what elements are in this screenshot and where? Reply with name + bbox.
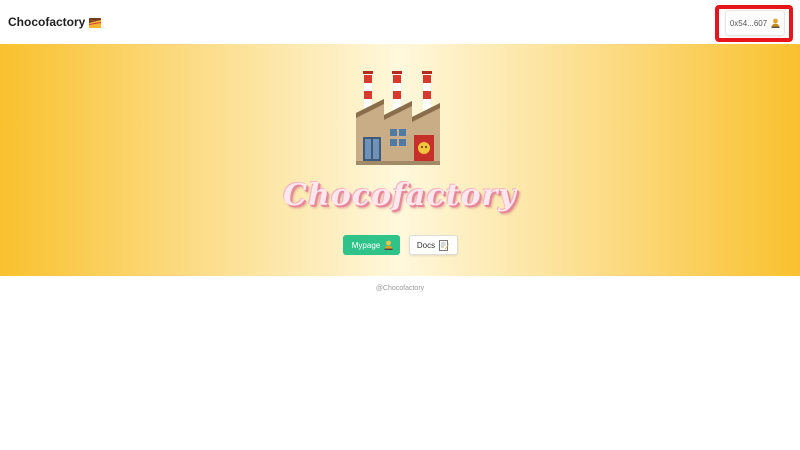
brand-label: Chocofactory [8,15,86,29]
hero-title: Chocofactory [283,178,517,213]
hero-button-row: Mypage Docs [0,235,800,255]
docs-button-label: Docs [416,240,436,250]
mypage-button-label: Mypage [351,240,381,250]
person-icon [384,240,393,250]
memo-icon [439,239,450,251]
mypage-button[interactable]: Mypage [342,235,400,255]
hero-banner: Chocofactory Mypage Docs [0,44,800,276]
person-icon [771,18,780,28]
top-nav-bar: Chocofactory [0,0,800,44]
brand-link[interactable]: Chocofactory [8,15,102,29]
docs-button[interactable]: Docs [408,235,458,255]
wallet-address-button[interactable]: 0x54...607 [725,10,785,36]
footer-credit: @Chocofactory [375,285,425,292]
wallet-address: 0x54...607 [729,18,768,28]
chocolate-bar-icon [88,16,102,29]
factory-icon [356,71,440,165]
